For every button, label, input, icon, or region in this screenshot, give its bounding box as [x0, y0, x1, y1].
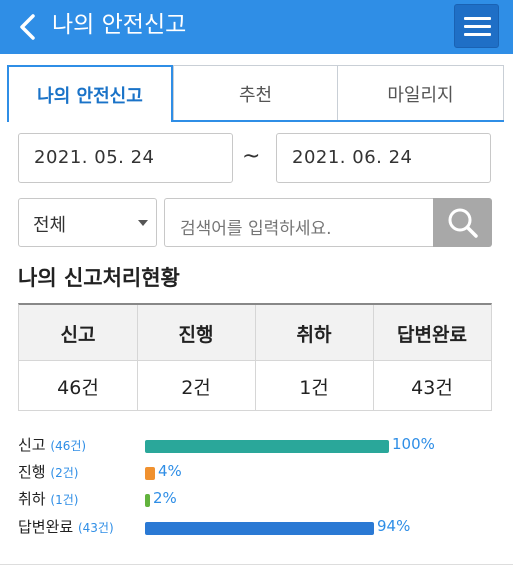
bar-label-text: 신고 — [18, 436, 46, 454]
bar-count: (1건) — [50, 493, 79, 507]
category-selected-value: 전체 — [33, 215, 67, 236]
header-report: 신고 — [60, 323, 96, 346]
status-section-title: 나의 신고처리현황 — [18, 266, 180, 290]
bar-track — [145, 522, 389, 535]
value-report: 46건 — [57, 376, 99, 399]
bar-fill — [145, 522, 374, 535]
bar-label: 답변완료 (43건) — [18, 516, 114, 537]
bar-row-withdrawn: 취하 (1건) 2% — [18, 486, 498, 512]
bar-label: 취하 (1건) — [18, 488, 78, 509]
tab-recommend[interactable]: 추천 — [173, 65, 338, 122]
menu-icon — [464, 17, 491, 20]
hamburger-menu-button[interactable] — [454, 4, 499, 48]
search-button[interactable] — [433, 198, 492, 247]
bar-row-in-progress: 진행 (2건) 4% — [18, 459, 498, 485]
bar-count: (2건) — [50, 466, 79, 480]
date-separator: ~ — [242, 144, 261, 169]
bar-track — [145, 494, 389, 507]
bar-percent: 100% — [392, 435, 435, 453]
bar-track — [145, 440, 389, 453]
status-table: 신고 진행 취하 답변완료 46건 2건 1건 43건 — [18, 303, 492, 411]
bar-percent: 94% — [377, 517, 411, 535]
menu-icon-line — [464, 33, 491, 36]
tab-mileage[interactable]: 마일리지 — [337, 65, 504, 122]
date-to-field[interactable]: 2021. 06. 24 — [276, 133, 491, 183]
back-arrow-icon[interactable] — [16, 13, 40, 41]
bar-label-text: 진행 — [18, 463, 46, 481]
date-from-field[interactable]: 2021. 05. 24 — [18, 133, 233, 183]
header-answered: 답변완료 — [397, 323, 467, 346]
search-input[interactable] — [164, 198, 433, 247]
divider — [373, 305, 374, 411]
bar-label-text: 답변완료 — [18, 518, 74, 536]
header-withdrawn: 취하 — [296, 323, 332, 346]
value-withdrawn: 1건 — [299, 376, 329, 399]
bar-count: (46건) — [50, 439, 87, 453]
dropdown-caret-icon — [138, 220, 148, 226]
bar-fill — [145, 440, 389, 453]
bar-row-report: 신고 (46건) 100% — [18, 432, 498, 458]
search-icon — [448, 208, 478, 238]
bar-label: 진행 (2건) — [18, 461, 78, 482]
bar-fill — [145, 467, 155, 480]
bar-row-answered: 답변완료 (43건) 94% — [18, 514, 498, 540]
bar-label: 신고 (46건) — [18, 434, 86, 455]
divider — [137, 305, 138, 411]
tab-my-safety-report[interactable]: 나의 안전신고 — [7, 65, 173, 122]
page-title: 나의 안전신고 — [52, 12, 187, 38]
bar-label-text: 취하 — [18, 490, 46, 508]
app-header: 나의 안전신고 — [0, 0, 513, 54]
category-select[interactable]: 전체 — [18, 198, 157, 247]
bar-percent: 2% — [153, 489, 177, 507]
tab-bar: 나의 안전신고 추천 마일리지 — [7, 65, 504, 122]
menu-icon-line — [464, 25, 491, 28]
header-in-progress: 진행 — [178, 323, 214, 346]
tab-underline — [172, 120, 504, 122]
divider — [255, 305, 256, 411]
value-in-progress: 2건 — [181, 376, 211, 399]
bar-percent: 4% — [158, 462, 182, 480]
value-answered: 43건 — [411, 376, 453, 399]
bar-fill — [145, 494, 150, 507]
bottom-divider — [0, 564, 513, 570]
bar-count: (43건) — [77, 521, 114, 535]
